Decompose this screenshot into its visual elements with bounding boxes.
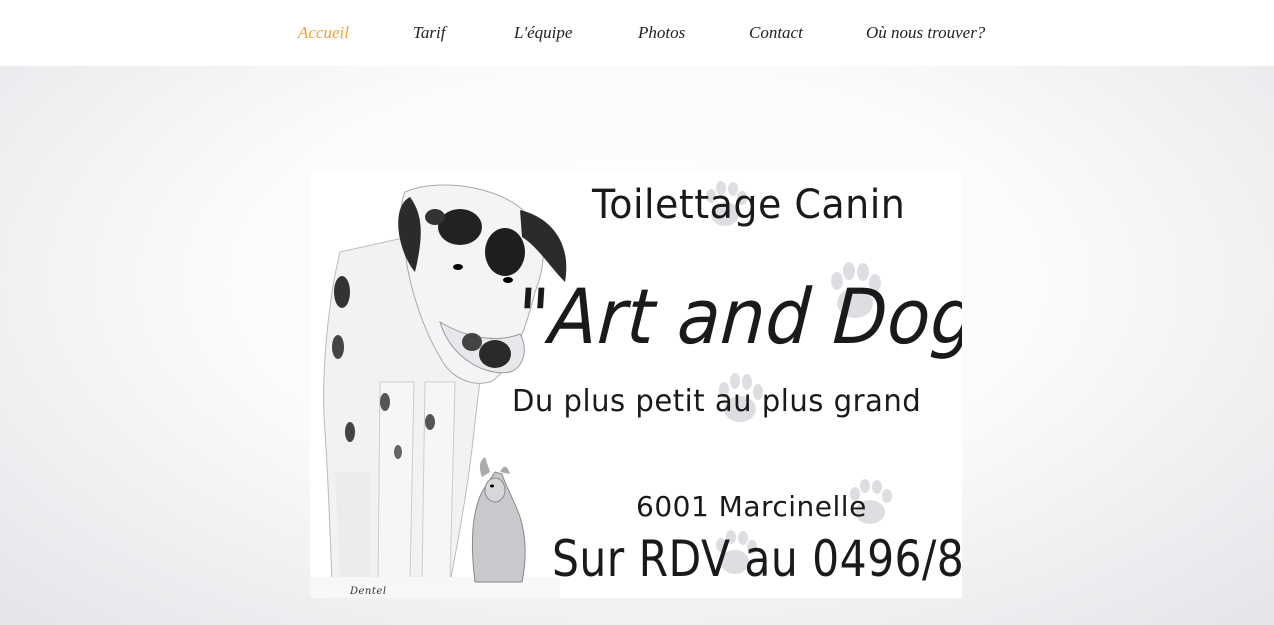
flyer-appointment-phone: Sur RDV au 0496/86.86.87 [552, 530, 962, 588]
business-flyer-image: Toilettage Canin "Art and Dogs" Du plus … [310, 172, 962, 598]
flyer-brand-name: "Art and Dogs" [514, 272, 962, 361]
chihuahua-illustration [471, 457, 526, 583]
nav-item-tarif[interactable]: Tarif [413, 20, 445, 46]
top-navigation-bar: Accueil Tarif L'équipe Photos Contact Où… [0, 0, 1274, 66]
flyer-city: 6001 Marcinelle [636, 490, 867, 523]
flyer-title: Toilettage Canin [592, 182, 906, 228]
nav-item-accueil[interactable]: Accueil [298, 20, 349, 46]
nav-item-contact[interactable]: Contact [749, 20, 803, 46]
main-menu: Accueil Tarif L'équipe Photos Contact Où… [0, 20, 1274, 46]
nav-item-equipe[interactable]: L'équipe [514, 20, 572, 46]
nav-item-ou-nous-trouver[interactable]: Où nous trouver? [866, 20, 985, 46]
nav-item-photos[interactable]: Photos [638, 20, 685, 46]
flyer-tagline: Du plus petit au plus grand [512, 384, 922, 419]
flyer-artist-signature: Dentel [350, 586, 387, 597]
